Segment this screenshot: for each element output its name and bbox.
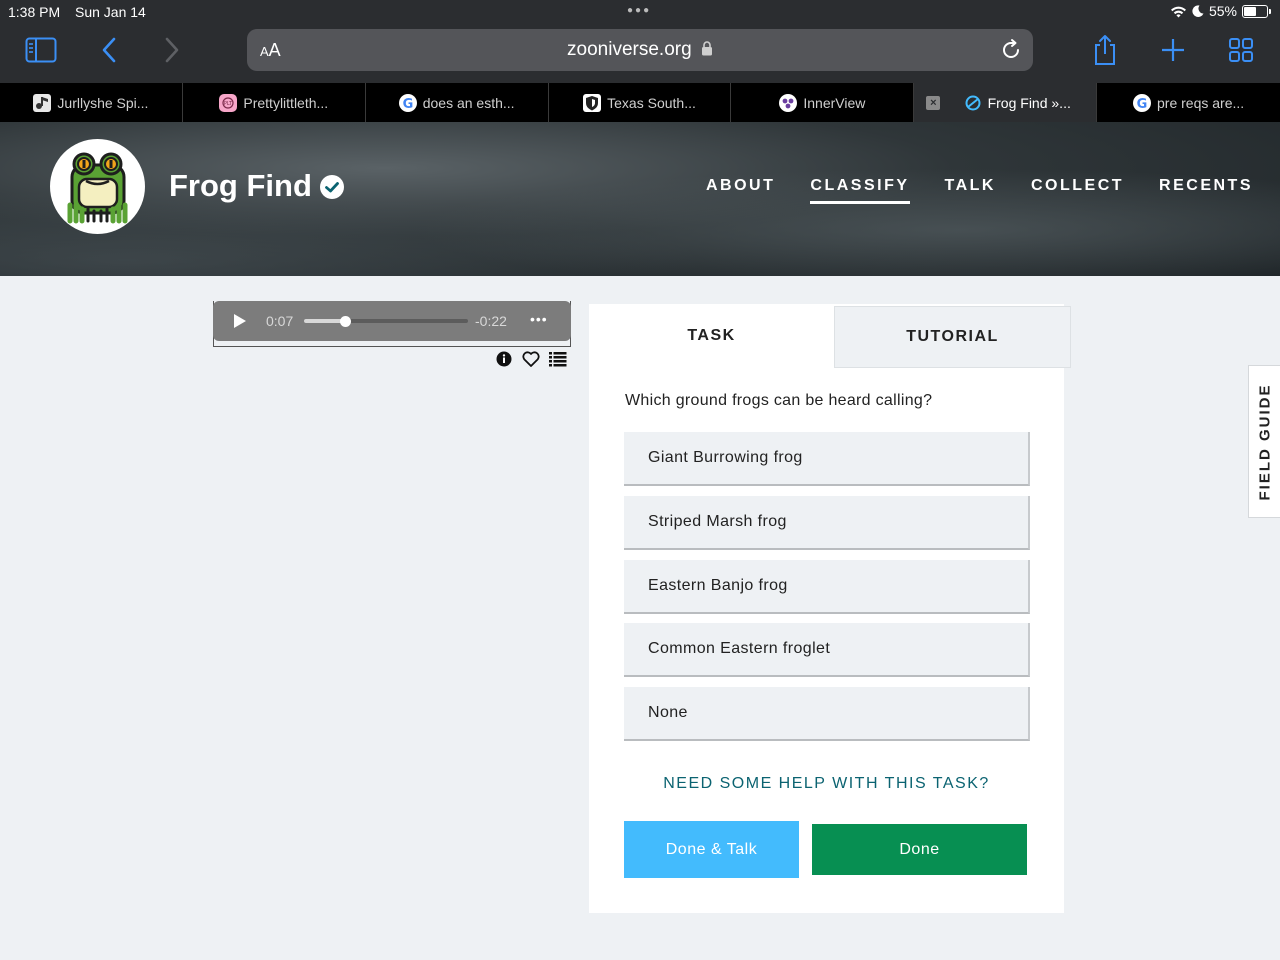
innerview-icon: [779, 93, 798, 112]
reload-icon[interactable]: [999, 38, 1023, 62]
google-icon: G: [398, 93, 417, 112]
svg-text:G: G: [1137, 97, 1148, 112]
collections-list-icon[interactable]: [548, 349, 568, 369]
new-tab-icon[interactable]: [1156, 34, 1190, 66]
project-title[interactable]: Frog Find: [169, 168, 312, 204]
battery-percent: 55%: [1208, 3, 1237, 19]
answer-option[interactable]: Eastern Banjo frog: [624, 560, 1030, 614]
audio-player[interactable]: 0:07 -0:22 •••: [213, 301, 571, 341]
share-icon[interactable]: [1088, 34, 1122, 66]
zooniverse-icon: [964, 94, 982, 112]
google-icon: G: [1133, 93, 1151, 112]
browser-tab[interactable]: G pre reqs are...: [1097, 83, 1280, 122]
status-date: Sun Jan 14: [75, 4, 146, 20]
tab-tutorial[interactable]: TUTORIAL: [834, 306, 1071, 368]
browser-toolbar: 1:38 PM Sun Jan 14 ●●● 55% AA zooniverse…: [0, 0, 1280, 83]
status-time: 1:38 PM: [8, 4, 61, 20]
answer-option[interactable]: None: [624, 687, 1030, 741]
verified-badge-icon: [320, 175, 344, 199]
status-bar: 1:38 PM Sun Jan 14 ●●● 55%: [0, 0, 1280, 24]
more-options-icon[interactable]: •••: [530, 311, 548, 327]
browser-tab-title: Prettylittleth...: [243, 94, 329, 111]
frog-logo-icon[interactable]: [50, 139, 145, 234]
browser-tab[interactable]: G does an esth...: [366, 83, 549, 122]
audio-elapsed-time: 0:07: [266, 313, 294, 329]
tab-task[interactable]: TASK: [589, 304, 834, 368]
battery-fill: [1244, 6, 1257, 16]
browser-tab-title: Jurllyshe Spi...: [57, 94, 149, 111]
address-url-row[interactable]: zooniverse.org: [247, 39, 1033, 61]
project-nav: ABOUT CLASSIFY TALK COLLECT RECENTS: [706, 177, 1253, 204]
moon-icon: [1192, 5, 1204, 17]
audio-progress-track[interactable]: [304, 319, 468, 323]
browser-tab[interactable]: Texas South...: [549, 83, 732, 122]
browser-tab-title: does an esth...: [422, 94, 515, 111]
nav-collect[interactable]: COLLECT: [1031, 177, 1124, 204]
browser-tab-title: InnerView: [803, 94, 866, 111]
task-help-link[interactable]: NEED SOME HELP WITH THIS TASK?: [589, 775, 1064, 793]
browser-tab-title: pre reqs are...: [1157, 94, 1245, 111]
shield-crest-icon: [583, 93, 602, 112]
battery-icon: [1242, 4, 1271, 18]
info-icon[interactable]: [494, 349, 514, 369]
svg-text:G: G: [402, 97, 413, 112]
nav-about[interactable]: ABOUT: [706, 177, 775, 204]
multitasking-dots-icon[interactable]: ●●●: [627, 5, 651, 16]
subject-toolbar: [494, 349, 568, 369]
svg-text:PLT: PLT: [224, 101, 233, 107]
browser-tab-active[interactable]: × Frog Find »...: [914, 83, 1098, 122]
project-header: Frog Find ABOUT CLASSIFY TALK COLLECT RE…: [0, 122, 1280, 276]
browser-tab-title: Frog Find »...: [987, 94, 1071, 111]
close-tab-icon[interactable]: ×: [926, 96, 941, 110]
address-bar[interactable]: AA zooniverse.org: [247, 29, 1033, 71]
nav-recents[interactable]: RECENTS: [1159, 177, 1253, 204]
wifi-icon: [1170, 6, 1186, 17]
answer-option[interactable]: Common Eastern froglet: [624, 623, 1030, 677]
answer-option[interactable]: Giant Burrowing frog: [624, 432, 1030, 486]
tab-overview-icon[interactable]: [1224, 34, 1258, 66]
audio-scrubber-handle[interactable]: [340, 316, 351, 327]
play-icon[interactable]: [233, 313, 247, 329]
audio-remaining-time: -0:22: [475, 313, 507, 329]
favorite-heart-icon[interactable]: [521, 349, 541, 369]
sidebar-toggle-icon[interactable]: [24, 34, 58, 66]
browser-tab[interactable]: Jurllyshe Spi...: [0, 83, 183, 122]
status-indicators: 55%: [1170, 3, 1271, 19]
field-guide-tab[interactable]: FIELD GUIDE: [1248, 365, 1280, 518]
browser-tab-bar: Jurllyshe Spi... PLT Prettylittleth... G…: [0, 83, 1280, 122]
nav-talk[interactable]: TALK: [945, 177, 996, 204]
forward-icon[interactable]: [155, 34, 189, 66]
done-and-talk-button[interactable]: Done & Talk: [624, 821, 799, 878]
done-button[interactable]: Done: [812, 824, 1027, 875]
audio-progress-fill: [304, 319, 344, 323]
music-icon: [33, 93, 52, 112]
task-question: Which ground frogs can be heard calling?: [625, 392, 933, 409]
browser-tab-title: Texas South...: [607, 94, 696, 111]
answer-option[interactable]: Striped Marsh frog: [624, 496, 1030, 550]
nav-classify[interactable]: CLASSIFY: [810, 177, 910, 204]
browser-tab[interactable]: PLT Prettylittleth...: [183, 83, 366, 122]
field-guide-label: FIELD GUIDE: [1256, 382, 1273, 501]
lock-icon: [701, 41, 712, 56]
browser-tab[interactable]: InnerView: [731, 83, 915, 122]
task-panel: TASK TUTORIAL Which ground frogs can be …: [589, 304, 1071, 913]
plt-icon: PLT: [219, 93, 238, 112]
address-url: zooniverse.org: [567, 39, 692, 60]
back-icon[interactable]: [92, 34, 126, 66]
